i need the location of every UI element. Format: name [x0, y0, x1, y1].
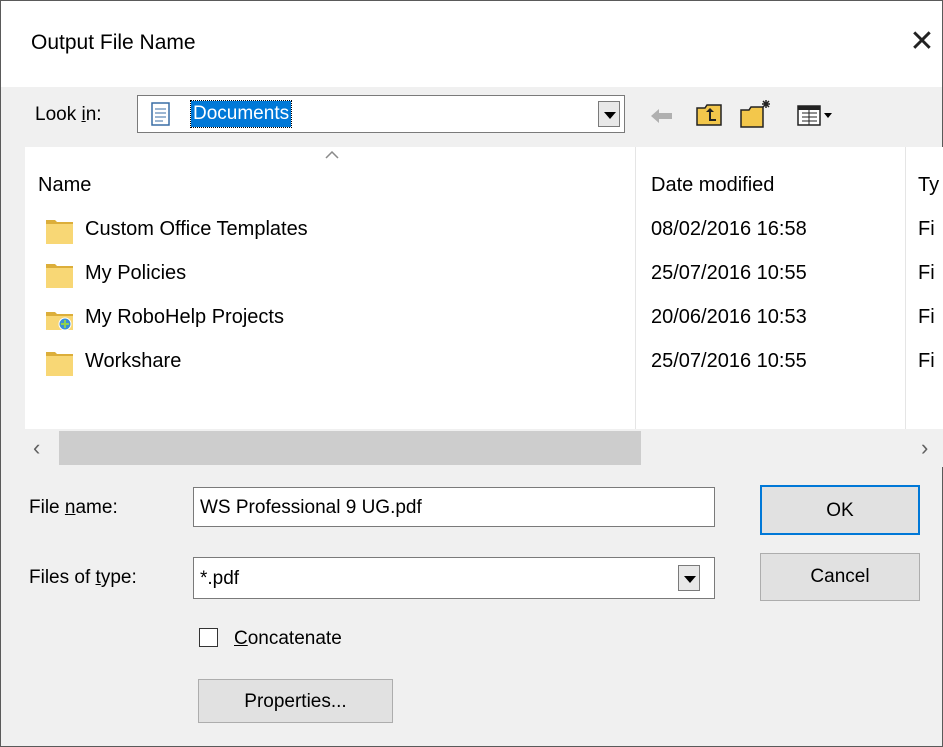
file-name: Workshare	[85, 350, 182, 372]
back-arrow-icon[interactable]	[649, 104, 675, 128]
scroll-right-icon[interactable]: ›	[921, 435, 928, 461]
folder-icon	[46, 352, 73, 376]
folder-icon	[46, 220, 73, 244]
file-type: Fi	[918, 306, 935, 328]
file-type: Fi	[918, 218, 935, 240]
special-folder-icon	[46, 312, 73, 331]
dialog-title: Output File Name	[31, 31, 196, 54]
files-of-type-combobox[interactable]: *.pdf	[193, 557, 715, 599]
file-list[interactable]: Name Date modified Ty Custom Office Temp…	[25, 147, 943, 467]
cancel-button[interactable]: Cancel	[760, 553, 920, 601]
ok-button-label: OK	[826, 500, 854, 521]
new-folder-icon[interactable]	[739, 98, 773, 130]
cancel-button-label: Cancel	[810, 566, 870, 587]
sort-ascending-icon	[325, 151, 339, 159]
look-in-dropdown-button[interactable]	[598, 101, 620, 127]
column-header-type[interactable]: Ty	[918, 174, 939, 197]
properties-button[interactable]: Properties...	[198, 679, 393, 723]
documents-icon	[151, 102, 170, 126]
column-header-date-modified[interactable]: Date modified	[651, 174, 774, 197]
list-item[interactable]: My RoboHelp Projects 20/06/2016 10:53 Fi	[25, 297, 943, 341]
scroll-left-icon[interactable]: ‹	[33, 435, 40, 461]
file-type: Fi	[918, 350, 935, 372]
view-menu-icon[interactable]	[797, 104, 837, 128]
properties-button-label: Properties...	[244, 691, 347, 712]
concatenate-checkbox[interactable]	[199, 628, 218, 647]
files-of-type-dropdown-button[interactable]	[678, 565, 700, 591]
file-date-modified: 25/07/2016 10:55	[651, 262, 807, 284]
list-item[interactable]: My Policies 25/07/2016 10:55 Fi	[25, 253, 943, 297]
look-in-combobox[interactable]: Documents	[137, 95, 625, 133]
file-date-modified: 08/02/2016 16:58	[651, 218, 807, 240]
file-name: My Policies	[85, 262, 187, 284]
concatenate-label[interactable]: Concatenate	[234, 628, 342, 650]
file-name-label: File name:	[29, 497, 118, 518]
file-name: My RoboHelp Projects	[85, 306, 284, 328]
output-file-name-dialog: Output File Name ✕ Look in: Documents Na…	[0, 0, 943, 747]
list-item[interactable]: Workshare 25/07/2016 10:55 Fi	[25, 341, 943, 385]
up-one-level-icon[interactable]	[695, 101, 725, 129]
file-name-value: WS Professional 9 UG.pdf	[200, 497, 422, 518]
chevron-down-icon	[604, 112, 616, 119]
ok-button[interactable]: OK	[760, 485, 920, 535]
file-date-modified: 25/07/2016 10:55	[651, 350, 807, 372]
folder-icon	[46, 264, 73, 288]
look-in-label: Look in:	[35, 104, 102, 125]
file-name: Custom Office Templates	[85, 218, 308, 240]
file-name-input[interactable]: WS Professional 9 UG.pdf	[193, 487, 715, 527]
column-header-name[interactable]: Name	[38, 174, 91, 197]
files-of-type-value: *.pdf	[200, 568, 240, 589]
list-item[interactable]: Custom Office Templates 08/02/2016 16:58…	[25, 209, 943, 253]
file-type: Fi	[918, 262, 935, 284]
horizontal-scrollbar[interactable]: ‹ ›	[25, 429, 943, 467]
title-bar: Output File Name ✕	[1, 1, 942, 87]
files-of-type-label: Files of type:	[29, 567, 137, 588]
scrollbar-thumb[interactable]	[59, 431, 641, 465]
file-date-modified: 20/06/2016 10:53	[651, 306, 807, 328]
look-in-value: Documents	[189, 100, 293, 128]
chevron-down-icon	[684, 576, 696, 583]
close-icon[interactable]: ✕	[906, 27, 938, 59]
